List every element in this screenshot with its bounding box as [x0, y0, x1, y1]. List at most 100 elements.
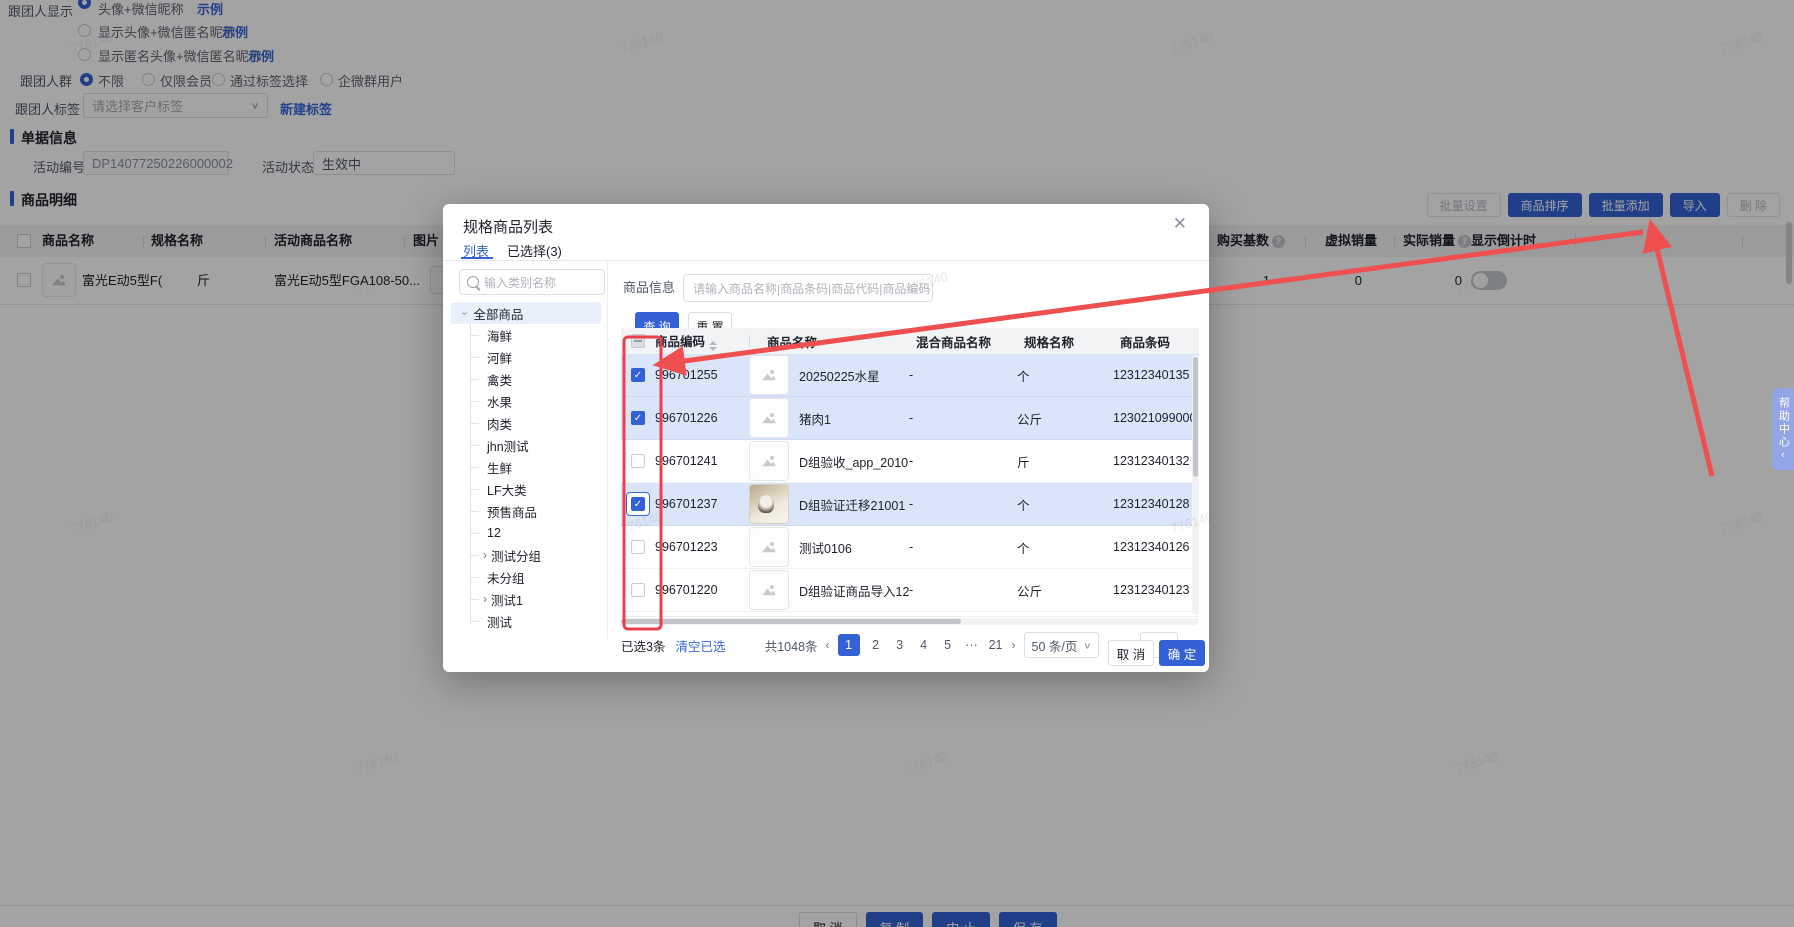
tree-item[interactable]: 肉类	[470, 412, 601, 434]
clear-selection-link[interactable]: 清空已选	[675, 636, 725, 655]
tree-item[interactable]: jhn测试	[470, 434, 601, 456]
tree-item-label: 肉类	[487, 417, 513, 432]
table-row[interactable]: 996701255 20250225水星 - 个 12312340135	[621, 354, 1199, 397]
prev-page-icon[interactable]: ‹	[826, 638, 830, 652]
row-checkbox[interactable]	[631, 368, 645, 382]
product-thumbnail	[749, 570, 789, 610]
row-checkbox[interactable]	[631, 411, 645, 425]
caret-right-icon[interactable]: ›	[483, 548, 487, 562]
tree-item-label: 测试分组	[491, 549, 542, 564]
page-number[interactable]: ···	[964, 638, 980, 652]
tab-selected[interactable]: 已选择(3)	[507, 241, 562, 260]
category-search-input[interactable]: 输入类别名称	[459, 269, 605, 295]
modal-cancel-button[interactable]: 取 消	[1108, 640, 1154, 666]
col-code[interactable]: 商品编码	[655, 331, 749, 351]
tree-item-label: 禽类	[487, 373, 513, 388]
product-info-label: 商品信息	[623, 280, 676, 295]
tree-root-all-products[interactable]: › 全部商品	[451, 302, 601, 324]
cell-barcode: 12312340135	[1113, 368, 1190, 382]
page-number[interactable]: 2	[868, 638, 884, 652]
tree-item-label: LF大类	[487, 483, 527, 498]
page-number[interactable]: 4	[916, 638, 932, 652]
modal-confirm-button[interactable]: 确 定	[1159, 640, 1205, 666]
table-row[interactable]: 996701220 D组验证商品导入1223- 公斤 12312340123	[621, 569, 1199, 612]
cell-code: 996701226	[655, 411, 718, 425]
cell-mix: -	[909, 583, 914, 597]
col-barcode: 商品条码	[1120, 335, 1171, 350]
page-size-select[interactable]: 50 条/页 ∨	[1023, 632, 1100, 658]
tree-item[interactable]: 未分组	[470, 566, 601, 588]
cell-barcode: 12312340128	[1113, 497, 1190, 511]
total-count: 共1048条	[764, 639, 818, 654]
tree-item[interactable]: › 测试1	[470, 588, 601, 610]
row-checkbox[interactable]	[631, 454, 645, 468]
tree-item[interactable]: 生鲜	[470, 456, 601, 478]
product-photo	[749, 484, 789, 524]
divider	[443, 260, 1209, 261]
help-center-tab[interactable]: 帮助中心 ‹	[1772, 388, 1794, 470]
cell-code: 996701241	[655, 454, 718, 468]
table-row[interactable]: 996701237 D组验证迁移21001- 个 12312340128	[621, 483, 1199, 526]
page-number-active[interactable]: 1	[837, 634, 860, 656]
tree-item[interactable]: 海鲜	[470, 324, 601, 346]
sort-icon	[709, 341, 718, 351]
modal-product-table: 商品编码 商品名称 混合商品名称 规格名称 商品条码 商品代码 99670125…	[621, 328, 1199, 617]
close-icon[interactable]: ✕	[1173, 214, 1187, 234]
cell-name: 测试0106	[799, 541, 852, 556]
cell-spec: 公斤	[1017, 412, 1043, 427]
cell-barcode: 12312340126	[1113, 540, 1190, 554]
tree-item[interactable]: 河鲜	[470, 346, 601, 368]
tree-item[interactable]: 禽类	[470, 368, 601, 390]
next-page-icon[interactable]: ›	[1012, 638, 1016, 652]
tree-item-label: 河鲜	[487, 351, 513, 366]
page-number[interactable]: 3	[892, 638, 908, 652]
col-mix-name: 混合商品名称	[916, 335, 992, 350]
tree-item-label: jhn测试	[487, 439, 529, 454]
category-search-placeholder: 输入类别名称	[484, 275, 557, 290]
cell-mix: -	[909, 411, 914, 425]
cell-mix: -	[909, 454, 914, 468]
chevron-down-icon: ∨	[1083, 640, 1092, 651]
divider	[607, 261, 608, 639]
tree-item[interactable]: 水果	[470, 390, 601, 412]
tree-item-label: 海鲜	[487, 329, 513, 344]
table-row[interactable]: 996701241 D组验收_app_2010- 斤 12312340132	[621, 440, 1199, 483]
tree-item[interactable]: 预售商品	[470, 500, 601, 522]
tree-item[interactable]: 12	[470, 522, 601, 544]
cell-spec: 个	[1017, 369, 1030, 384]
tree-item[interactable]: LF大类	[470, 478, 601, 500]
spec-product-modal: 规格商品列表 ✕ 列表 已选择(3) 输入类别名称 › 全部商品 海鲜 河鲜 禽类水…	[443, 204, 1209, 672]
table-horizontal-scrollbar[interactable]	[621, 618, 1199, 625]
cell-barcode: 12312340123	[1113, 583, 1190, 597]
tree-item[interactable]: 测试	[470, 610, 601, 632]
table-vertical-scrollbar[interactable]	[1192, 355, 1199, 615]
col-name: 商品名称	[749, 332, 909, 351]
tab-underline	[461, 257, 493, 259]
cell-mix: -	[909, 497, 914, 511]
table-row[interactable]: 996701223 测试0106 - 个 12312340126	[621, 526, 1199, 569]
cell-barcode: 1230210990001	[1113, 411, 1199, 425]
modal-title: 规格商品列表	[463, 219, 554, 236]
help-center-label: 帮助中心	[1777, 396, 1790, 449]
product-thumbnail	[749, 355, 789, 395]
search-icon	[467, 276, 479, 288]
cell-barcode: 12312340132	[1113, 454, 1190, 468]
collapse-icon: ‹	[1781, 448, 1785, 461]
tree-item[interactable]: › 测试分组	[470, 544, 601, 566]
cell-spec: 斤	[1017, 455, 1030, 470]
row-checkbox[interactable]	[631, 497, 645, 511]
cell-name: 猪肉1	[799, 412, 831, 427]
page-number[interactable]: 5	[940, 638, 956, 652]
page-number[interactable]: 21	[988, 638, 1004, 652]
row-checkbox[interactable]	[631, 540, 645, 554]
table-row[interactable]: 996701226 猪肉1 - 公斤 1230210990001	[621, 397, 1199, 440]
row-checkbox[interactable]	[631, 583, 645, 597]
tree-item-label: 测试	[487, 615, 513, 630]
tree-item-label: 生鲜	[487, 461, 513, 476]
select-all-checkbox[interactable]	[631, 334, 645, 348]
cell-code: 996701223	[655, 540, 718, 554]
cell-name: D组验证商品导入1223	[799, 584, 909, 599]
product-thumbnail	[749, 398, 789, 438]
caret-right-icon[interactable]: ›	[483, 592, 487, 606]
product-info-input[interactable]: 请输入商品名称|商品条码|商品代码|商品编码	[683, 274, 933, 302]
